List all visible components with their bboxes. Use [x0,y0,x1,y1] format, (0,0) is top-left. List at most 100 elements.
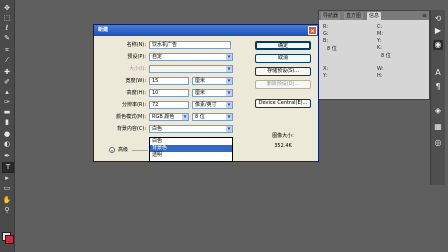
bg-contents-dropdown: 白色 背景色 透明 [149,137,233,162]
resolution-field[interactable]: 72 [149,101,189,109]
dropdown-option-background-color[interactable]: 背景色 [150,145,232,152]
background-color-swatch[interactable] [5,235,14,244]
path-select-tool-icon[interactable]: ▸ [2,174,12,183]
channels-panel-icon[interactable]: A [433,68,443,78]
height-field[interactable]: 10 [149,89,189,97]
size-label: 大小(I): [128,66,146,72]
bg-contents-select[interactable]: 白色 ▼ [149,125,233,133]
tools-panel: ✥ ⬚ ℓ ✎ ⌗ ⁄ ✚ ✐ ▴ ✑ ▬ ▮ ● ◐ ✒ T ▸ ▭ ✋ ⚲ [0,0,15,252]
chevron-down-icon: ▼ [226,114,232,120]
name-label: 名称(N): [126,42,146,48]
info-w: W: [377,66,384,72]
info-m: M: [377,31,383,37]
hand-tool-icon[interactable]: ✋ [2,196,12,205]
info-h: H: [377,73,383,79]
tab-info[interactable]: 信息 [367,12,382,20]
close-icon[interactable]: ✕ [308,26,317,35]
advanced-toggle-icon[interactable]: » [109,147,115,153]
history-panel-icon[interactable]: ⟲ [433,14,443,24]
chevron-down-icon: ▼ [182,114,188,120]
crop-tool-icon[interactable]: ⌗ [2,46,12,55]
blur-tool-icon[interactable]: ● [2,130,12,139]
chevron-down-icon: ▼ [226,90,232,96]
size-select: ▼ [149,65,233,73]
color-panel-icon[interactable]: ◈ [433,106,443,116]
chevron-down-icon: ▼ [226,66,232,72]
preset-select[interactable]: 自定 ▼ [149,53,233,61]
info-c: C: [377,24,383,30]
preset-label: 预设(P): [127,54,146,60]
cancel-button[interactable]: 取消 [255,54,311,63]
shape-tool-icon[interactable]: ▭ [2,184,12,193]
delete-preset-button: 删除预设(D)... [255,80,311,89]
healing-tool-icon[interactable]: ✚ [2,68,12,77]
dropdown-option-transparent[interactable]: 透明 [150,152,232,159]
color-mode-value: RGB 颜色 [152,114,175,120]
gradient-tool-icon[interactable]: ▮ [2,118,12,127]
resolution-unit-value: 像素/英寸 [195,102,217,108]
clone-stamp-tool-icon[interactable]: ▴ [2,88,12,97]
image-size-value: 352.4K [274,143,292,149]
move-tool-icon[interactable]: ✥ [2,4,12,13]
chevron-down-icon: ▼ [226,126,232,132]
info-bits-right: 8 位 [381,53,391,59]
info-r: R: [323,24,329,30]
tab-histogram[interactable]: 直方图 [344,12,364,20]
advanced-divider [132,150,148,151]
chevron-down-icon: ▼ [226,54,232,60]
actions-panel-icon[interactable]: ▶ [433,26,443,36]
bg-contents-label: 背景内容(C): [116,126,146,132]
width-label: 宽度(W): [125,78,146,84]
color-mode-label: 颜色模式(M): [116,114,146,120]
resolution-unit-select[interactable]: 像素/英寸 ▼ [192,101,233,109]
name-field[interactable]: 饮水机广告 [149,41,231,49]
panel-icon-strip: ⟲ ▶ ◉ A ¶ ◈ ▦ ◎ [430,10,445,185]
dropdown-option-white[interactable]: 白色 [150,138,232,145]
advanced-label: 高级 [118,147,129,153]
chevron-down-icon: ▼ [226,102,232,108]
image-size-label: 图像大小: [272,133,294,139]
marquee-tool-icon[interactable]: ⬚ [2,14,12,23]
zoom-tool-icon[interactable]: ⚲ [2,206,12,215]
height-label: 高度(H): [126,90,146,96]
width-field[interactable]: 15 [149,77,189,85]
info-x: X: [323,66,329,72]
save-preset-button[interactable]: 存储预设(S)... [255,67,311,76]
eyedropper-tool-icon[interactable]: ⁄ [2,56,12,65]
dodge-tool-icon[interactable]: ◐ [2,140,12,149]
device-central-button[interactable]: Device Central(E)... [255,99,311,108]
ok-button[interactable]: 确定 [255,41,311,50]
info-g: G: [323,31,329,37]
tab-navigator[interactable]: 导航器 [321,12,341,20]
width-unit-value: 厘米 [195,78,206,84]
history-brush-tool-icon[interactable]: ✑ [2,98,12,107]
width-unit-select[interactable]: 厘米 ▼ [192,77,233,85]
bg-contents-value: 白色 [152,126,163,132]
chevron-down-icon: ▼ [226,78,232,84]
pen-tool-icon[interactable]: ✒ [2,152,12,161]
quick-select-tool-icon[interactable]: ✎ [2,34,12,43]
info-b: B: [323,38,329,44]
dialog-titlebar[interactable]: 新建 ✕ [94,25,318,36]
type-tool-icon[interactable]: T [2,162,14,173]
dialog-title: 新建 [98,27,109,33]
height-unit-select[interactable]: 厘米 ▼ [192,89,233,97]
bit-depth-value: 8 位 [195,114,205,120]
color-mode-select[interactable]: RGB 颜色 ▼ [149,113,189,121]
layers-panel-icon[interactable]: ◉ [433,40,443,50]
info-y-coord: Y: [323,73,328,79]
preset-value: 自定 [152,54,163,60]
resolution-label: 分辨率(R): [121,102,146,108]
info-k: K: [377,45,382,51]
paths-panel-icon[interactable]: ¶ [433,82,443,92]
bit-depth-select[interactable]: 8 位 ▼ [192,113,233,121]
styles-panel-icon[interactable]: ◎ [433,138,443,148]
panel-tab-bar: 导航器 直方图 信息 ≡ [319,11,429,20]
brush-tool-icon[interactable]: ✐ [2,78,12,87]
panel-menu-icon[interactable]: ≡ [422,11,427,20]
swatches-panel-icon[interactable]: ▦ [433,122,443,132]
eraser-tool-icon[interactable]: ▬ [2,108,12,117]
lasso-tool-icon[interactable]: ℓ [2,24,12,33]
info-panel: 导航器 直方图 信息 ≡ R: G: B: 8 位 C: M: Y: K: 8 … [318,10,430,100]
info-bits-left: 8 位 [327,46,337,52]
